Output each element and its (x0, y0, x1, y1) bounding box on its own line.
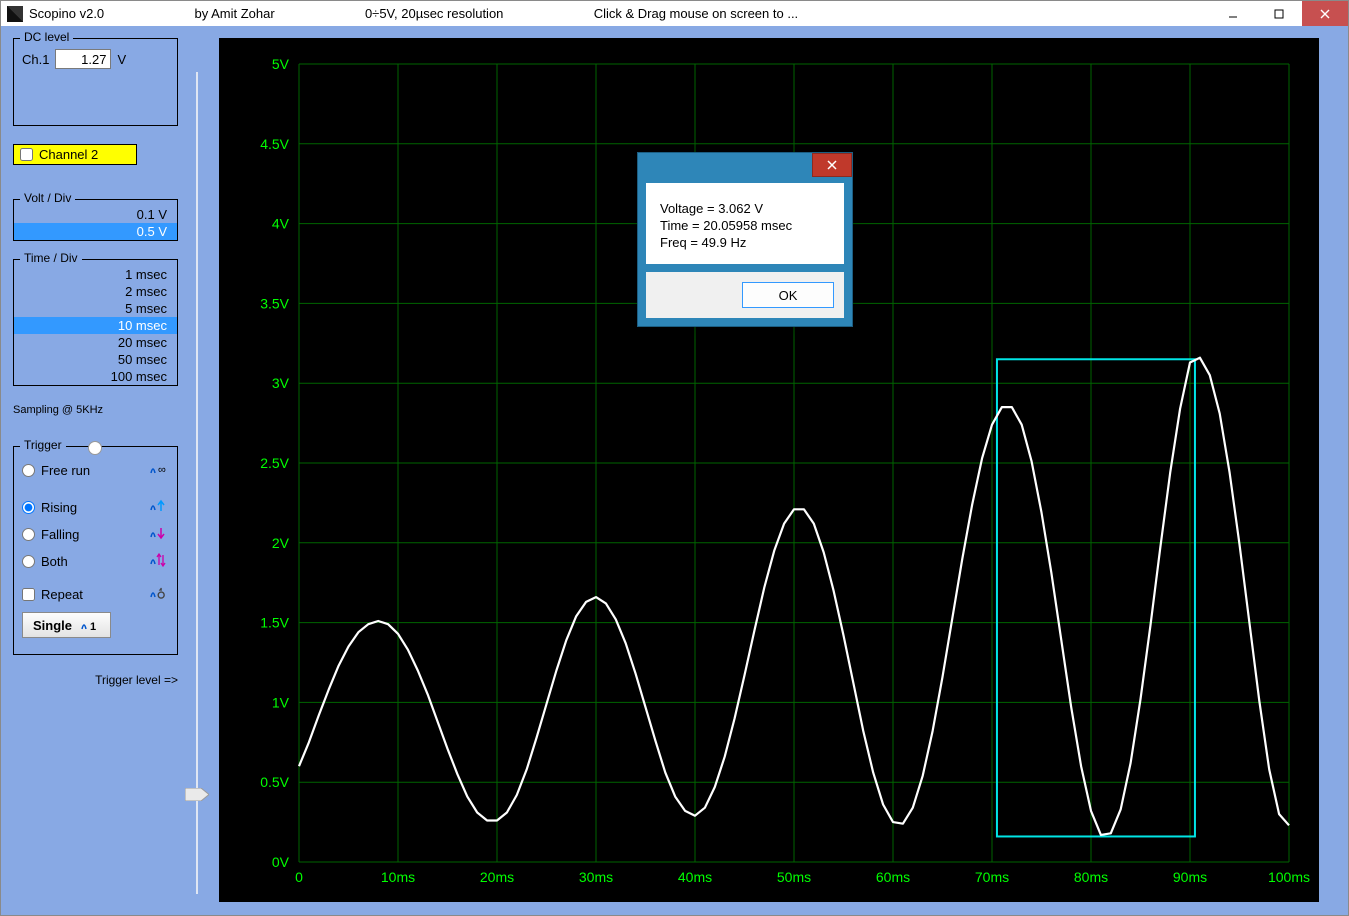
list-item[interactable]: 5 msec (14, 300, 177, 317)
window-minimize-button[interactable] (1210, 1, 1256, 26)
list-item[interactable]: 20 msec (14, 334, 177, 351)
trigger-indicator (88, 441, 102, 455)
y-axis-tick: 4V (272, 216, 290, 232)
dc-unit: V (117, 52, 126, 67)
y-axis-tick: 3V (272, 375, 290, 391)
trigger-falling-row[interactable]: Falling (22, 525, 169, 544)
x-axis-tick: 20ms (480, 869, 514, 885)
voltdiv-legend: Volt / Div (20, 191, 75, 205)
control-sidebar: DC level Ch.1 V Channel 2 Volt / Div 0.1… (13, 38, 178, 886)
falling-edge-icon (149, 525, 169, 544)
both-edge-icon (149, 552, 169, 571)
y-axis-tick: 0V (272, 854, 290, 870)
list-item[interactable]: 100 msec (14, 368, 177, 385)
x-axis-tick: 60ms (876, 869, 910, 885)
dialog-ok-label: OK (779, 288, 798, 303)
trigger-both-radio[interactable] (22, 555, 35, 568)
trigger-single-button[interactable]: Single 1 (22, 612, 111, 638)
svg-text:∞: ∞ (158, 464, 166, 476)
single-icon: 1 (80, 617, 100, 633)
y-axis-tick: 0.5V (260, 774, 289, 790)
trigger-both-label: Both (41, 554, 68, 569)
repeat-icon (149, 585, 169, 604)
trigger-legend: Trigger (20, 438, 66, 452)
x-axis-tick: 90ms (1173, 869, 1207, 885)
list-item[interactable]: 0.5 V (14, 223, 177, 240)
timediv-legend: Time / Div (20, 251, 82, 265)
dialog-titlebar[interactable] (638, 153, 852, 183)
trigger-repeat-checkbox[interactable] (22, 588, 35, 601)
dc-legend: DC level (20, 30, 73, 44)
y-axis-tick: 2.5V (260, 455, 289, 471)
rising-edge-icon (149, 498, 169, 517)
dialog-time: Time = 20.05958 msec (660, 218, 830, 233)
trigger-single-label: Single (33, 618, 72, 633)
y-axis-tick: 3.5V (260, 295, 289, 311)
x-axis-tick: 40ms (678, 869, 712, 885)
dialog-close-button[interactable] (812, 153, 852, 177)
title-bar: Scopino v2.0 by Amit Zohar 0÷5V, 20µsec … (1, 1, 1348, 27)
list-item[interactable]: 1 msec (14, 266, 177, 283)
y-axis-tick: 4.5V (260, 136, 289, 152)
timediv-list[interactable]: 1 msec2 msec5 msec10 msec20 msec50 msec1… (14, 266, 177, 385)
x-axis-tick: 50ms (777, 869, 811, 885)
y-axis-tick: 2V (272, 535, 290, 551)
slider-thumb[interactable] (185, 788, 209, 801)
trigger-freerun-row[interactable]: Free run ∞ (22, 461, 169, 480)
list-item[interactable]: 10 msec (14, 317, 177, 334)
x-axis-tick: 30ms (579, 869, 613, 885)
dc-level-group: DC level Ch.1 V (13, 38, 178, 126)
trigger-both-row[interactable]: Both (22, 552, 169, 571)
y-axis-tick: 5V (272, 56, 290, 72)
dialog-voltage: Voltage = 3.062 V (660, 201, 830, 216)
x-axis-tick: 100ms (1268, 869, 1310, 885)
trigger-group: Trigger Free run ∞ Rising Falling (13, 446, 178, 655)
trigger-repeat-row[interactable]: Repeat (22, 585, 169, 604)
list-item[interactable]: 2 msec (14, 283, 177, 300)
voltdiv-group: Volt / Div 0.1 V0.5 V (13, 199, 178, 241)
list-item[interactable]: 50 msec (14, 351, 177, 368)
y-axis-tick: 1.5V (260, 615, 289, 631)
sampling-label: Sampling @ 5KHz (13, 404, 178, 416)
x-axis-tick: 70ms (975, 869, 1009, 885)
channel2-checkbox[interactable] (20, 148, 33, 161)
timediv-group: Time / Div 1 msec2 msec5 msec10 msec20 m… (13, 259, 178, 386)
dialog-footer: OK (646, 272, 844, 318)
x-axis-tick: 10ms (381, 869, 415, 885)
voltdiv-list[interactable]: 0.1 V0.5 V (14, 206, 177, 240)
dialog-ok-button[interactable]: OK (742, 282, 834, 308)
x-axis-tick: 80ms (1074, 869, 1108, 885)
trigger-falling-label: Falling (41, 527, 79, 542)
dc-channel-label: Ch.1 (22, 52, 49, 67)
trigger-rising-label: Rising (41, 500, 77, 515)
x-axis-tick: 0 (295, 869, 303, 885)
trigger-rising-radio[interactable] (22, 501, 35, 514)
app-icon (7, 6, 23, 22)
trigger-repeat-label: Repeat (41, 587, 83, 602)
channel2-toggle[interactable]: Channel 2 (13, 144, 137, 165)
selection-box (997, 359, 1195, 836)
list-item[interactable]: 0.1 V (14, 206, 177, 223)
dialog-body: Voltage = 3.062 V Time = 20.05958 msec F… (646, 183, 844, 264)
channel2-label: Channel 2 (39, 147, 98, 162)
measurement-dialog: Voltage = 3.062 V Time = 20.05958 msec F… (637, 152, 853, 327)
y-axis-tick: 1V (272, 694, 290, 710)
trigger-level-slider[interactable] (185, 72, 209, 894)
slider-track (196, 72, 198, 894)
trigger-rising-row[interactable]: Rising (22, 498, 169, 517)
title-text: Scopino v2.0 by Amit Zohar 0÷5V, 20µsec … (29, 6, 798, 21)
freerun-icon: ∞ (149, 461, 169, 480)
dialog-freq: Freq = 49.9 Hz (660, 235, 830, 250)
window-maximize-button[interactable] (1256, 1, 1302, 26)
dc-value-input[interactable] (55, 49, 111, 69)
trigger-falling-radio[interactable] (22, 528, 35, 541)
trigger-level-label: Trigger level => (13, 673, 178, 687)
window-close-button[interactable] (1302, 1, 1348, 26)
trigger-freerun-radio[interactable] (22, 464, 35, 477)
trigger-freerun-label: Free run (41, 463, 90, 478)
svg-text:1: 1 (90, 621, 96, 633)
